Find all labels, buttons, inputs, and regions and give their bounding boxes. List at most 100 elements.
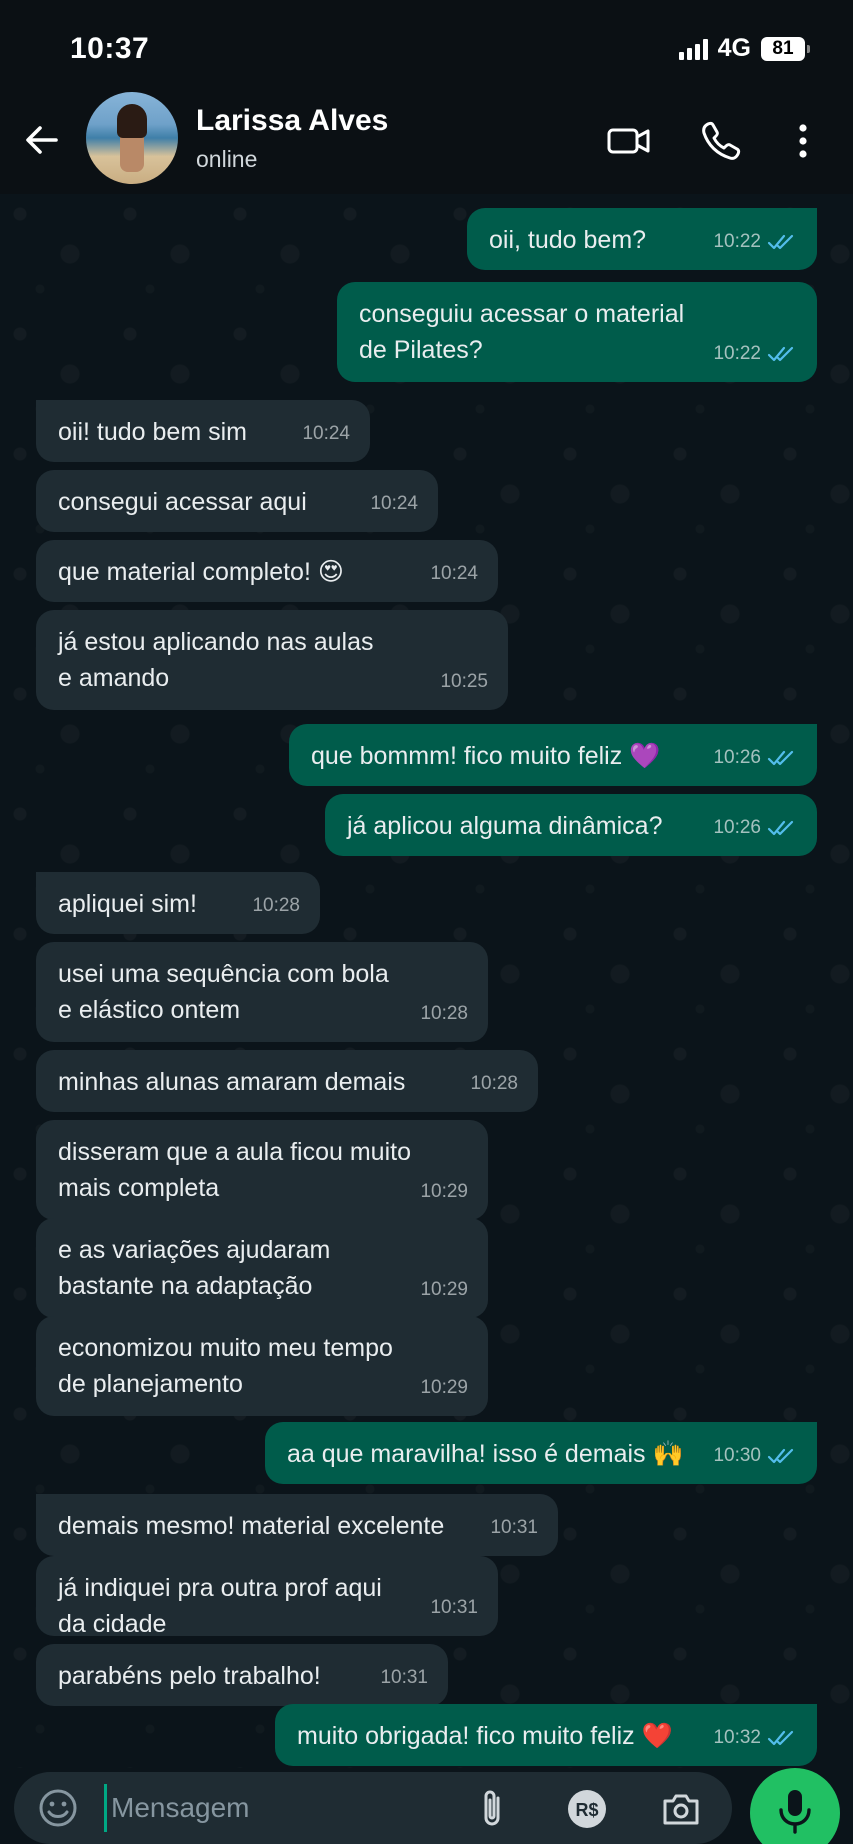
message-time: 10:28 [252, 895, 300, 916]
incoming-message-bubble[interactable]: já estou aplicando nas aulas e amando 10:… [36, 610, 508, 710]
message-text: já indiquei pra outra prof aqui da cidad… [58, 1574, 382, 1638]
message-input[interactable] [104, 1784, 454, 1832]
message-text: disseram que a aula ficou muito mais com… [58, 1138, 411, 1202]
message-meta: 10:31 [380, 1660, 428, 1696]
read-receipt-icon [767, 234, 794, 250]
contact-name[interactable]: Larissa Alves [196, 104, 388, 138]
battery-icon: 81 [761, 36, 810, 61]
message-meta: 10:26 [713, 810, 797, 846]
message-text: economizou muito meu tempo de planejamen… [58, 1334, 393, 1398]
incoming-message-bubble[interactable]: já indiquei pra outra prof aqui da cidad… [36, 1556, 498, 1638]
video-call-icon[interactable] [604, 116, 654, 166]
message-text: consegui acessar aqui [58, 488, 307, 516]
mic-button[interactable] [750, 1768, 840, 1844]
message-text: e as variações ajudaram bastante na adap… [58, 1236, 331, 1300]
more-options-icon[interactable] [778, 116, 828, 166]
message-time: 10:30 [713, 1445, 761, 1466]
message-time: 10:31 [380, 1667, 428, 1688]
message-input-pill[interactable]: R$ [14, 1772, 732, 1844]
message-meta: 10:29 [420, 1272, 468, 1308]
incoming-message-bubble[interactable]: oii! tudo bem sim 10:24 [36, 400, 370, 462]
incoming-message-bubble[interactable]: parabéns pelo trabalho! 10:31 [36, 1644, 448, 1706]
message-text: usei uma sequência com bola e elástico o… [58, 960, 389, 1024]
message-time: 10:24 [370, 493, 418, 514]
contact-status: online [196, 146, 258, 172]
message-meta: 10:29 [420, 1174, 468, 1210]
payment-icon[interactable]: R$ [564, 1786, 610, 1832]
message-meta: 10:28 [470, 1066, 518, 1102]
message-meta: 10:22 [713, 224, 797, 260]
message-meta: 10:28 [420, 996, 468, 1032]
message-time: 10:29 [420, 1181, 468, 1202]
emoji-icon[interactable] [36, 1786, 80, 1830]
message-time: 10:22 [713, 231, 761, 252]
payment-label: R$ [575, 1800, 598, 1820]
avatar[interactable] [86, 92, 178, 184]
status-time: 10:37 [70, 32, 150, 65]
message-text: já estou aplicando nas aulas e amando [58, 628, 374, 692]
message-text: demais mesmo! material excelente [58, 1512, 445, 1540]
message-meta: 10:29 [420, 1370, 468, 1406]
message-text: minhas alunas amaram demais [58, 1068, 406, 1096]
attach-icon[interactable] [470, 1786, 516, 1832]
message-time: 10:24 [430, 563, 478, 584]
incoming-message-bubble[interactable]: apliquei sim! 10:28 [36, 872, 320, 934]
message-meta: 10:24 [430, 556, 478, 592]
message-time: 10:28 [470, 1073, 518, 1094]
chat-area[interactable]: oii, tudo bem? 10:22 conseguiu acessar o m… [0, 194, 853, 1768]
incoming-message-bubble[interactable]: e as variações ajudaram bastante na adap… [36, 1218, 488, 1318]
message-time: 10:25 [440, 671, 488, 692]
mic-icon [779, 1790, 811, 1834]
message-time: 10:31 [430, 1597, 478, 1618]
message-meta: 10:22 [713, 336, 797, 372]
message-meta: 10:28 [252, 888, 300, 924]
message-meta: 10:24 [370, 486, 418, 522]
signal-icon [678, 38, 708, 60]
outgoing-message-bubble[interactable]: já aplicou alguma dinâmica? 10:26 [325, 794, 817, 856]
read-receipt-icon [767, 750, 794, 766]
read-receipt-icon [767, 346, 794, 362]
avatar-hair [117, 104, 147, 138]
message-time: 10:24 [302, 423, 350, 444]
message-time: 10:28 [420, 1003, 468, 1024]
incoming-message-bubble[interactable]: que material completo! 😍 10:24 [36, 540, 498, 602]
message-time: 10:29 [420, 1377, 468, 1398]
read-receipt-icon [767, 1448, 794, 1464]
read-receipt-icon [767, 820, 794, 836]
outgoing-message-bubble[interactable]: aa que maravilha! isso é demais 🙌 10:30 [265, 1422, 817, 1484]
incoming-message-bubble[interactable]: demais mesmo! material excelente 10:31 [36, 1494, 558, 1556]
status-indicators: 4G 81 [678, 34, 810, 63]
message-time: 10:26 [713, 817, 761, 838]
back-arrow-icon[interactable] [20, 118, 64, 162]
message-meta: 10:31 [490, 1510, 538, 1546]
status-bar: 10:37 4G 81 [0, 0, 853, 100]
message-time: 10:32 [713, 1727, 761, 1748]
message-meta: 10:26 [713, 740, 797, 776]
message-time: 10:31 [490, 1517, 538, 1538]
message-time: 10:26 [713, 747, 761, 768]
voice-call-icon[interactable] [696, 116, 746, 166]
message-meta: 10:32 [713, 1720, 797, 1756]
camera-icon[interactable] [658, 1786, 704, 1832]
network-label: 4G [717, 34, 751, 62]
outgoing-message-bubble[interactable]: muito obrigada! fico muito feliz ❤️ 10:32 [275, 1704, 817, 1766]
message-time: 10:22 [713, 343, 761, 364]
message-text: parabéns pelo trabalho! [58, 1662, 321, 1690]
composer-bar: R$ [0, 1768, 853, 1844]
read-receipt-icon [767, 1730, 794, 1746]
message-meta: 10:24 [302, 416, 350, 452]
message-time: 10:29 [420, 1279, 468, 1300]
outgoing-message-bubble[interactable]: que bommm! fico muito feliz 💜 10:26 [289, 724, 817, 786]
incoming-message-bubble[interactable]: economizou muito meu tempo de planejamen… [36, 1316, 488, 1416]
message-text: que material completo! 😍 [58, 558, 344, 586]
message-meta: 10:30 [713, 1438, 797, 1474]
outgoing-message-bubble[interactable]: conseguiu acessar o material de Pilates?… [337, 282, 817, 382]
message-meta: 10:25 [440, 664, 488, 700]
chat-header: Larissa Alves online [0, 88, 853, 194]
incoming-message-bubble[interactable]: disseram que a aula ficou muito mais com… [36, 1120, 488, 1220]
message-meta: 10:31 [430, 1590, 478, 1626]
incoming-message-bubble[interactable]: usei uma sequência com bola e elástico o… [36, 942, 488, 1042]
incoming-message-bubble[interactable]: minhas alunas amaram demais 10:28 [36, 1050, 538, 1112]
outgoing-message-bubble[interactable]: oii, tudo bem? 10:22 [467, 208, 817, 270]
incoming-message-bubble[interactable]: consegui acessar aqui 10:24 [36, 470, 438, 532]
